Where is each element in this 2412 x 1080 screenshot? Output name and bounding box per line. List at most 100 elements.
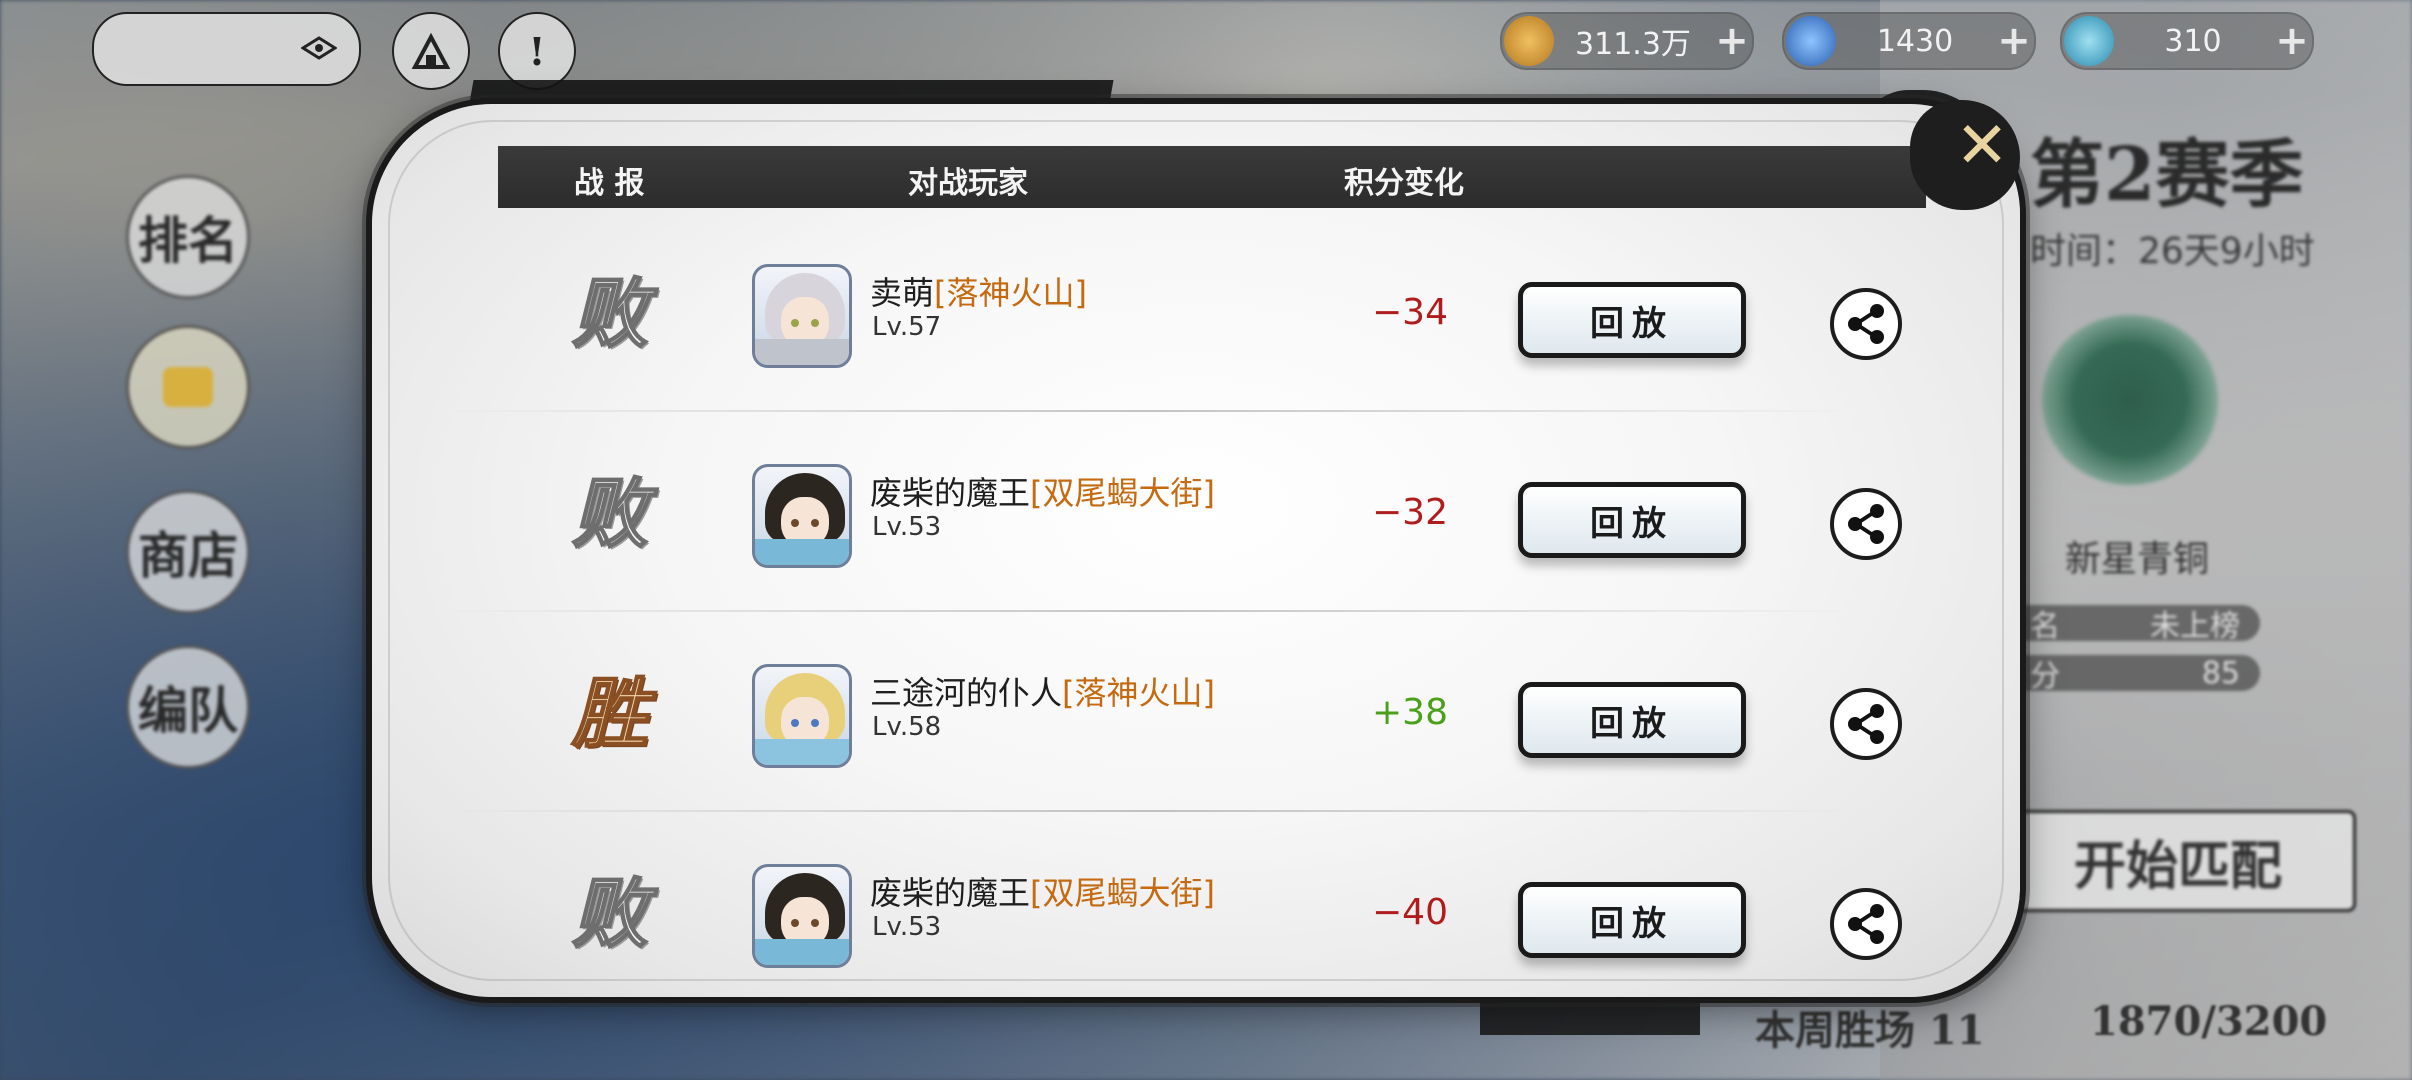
share-button[interactable] bbox=[1830, 888, 1902, 960]
crystal-currency: 1430 + bbox=[1782, 12, 2036, 70]
avatar-eye bbox=[791, 319, 799, 327]
opponent-name: 废柴的魔王[双尾蝎大街] bbox=[870, 468, 1215, 514]
score-change: −34 bbox=[1372, 292, 1448, 333]
avatar-eye bbox=[811, 719, 819, 727]
avatar-body bbox=[755, 739, 849, 765]
header-opponent: 对战玩家 bbox=[908, 166, 1028, 201]
opponent-player-name: 三途河的仆人 bbox=[870, 674, 1063, 712]
hud-search-bar[interactable] bbox=[92, 12, 361, 86]
rank-position-row: 名 未上榜 bbox=[2010, 605, 2260, 644]
replay-button[interactable]: 回放 bbox=[1518, 282, 1746, 358]
rank-score-label: 分 bbox=[2030, 659, 2060, 694]
opponent-name: 三途河的仆人[落神火山] bbox=[870, 668, 1215, 714]
eye-icon bbox=[301, 36, 337, 60]
opponent-guild: [落神火山] bbox=[934, 274, 1087, 312]
share-button[interactable] bbox=[1830, 688, 1902, 760]
score-change: −40 bbox=[1372, 892, 1448, 933]
close-icon: ✕ bbox=[1955, 109, 2009, 183]
opponent-player-name: 卖萌 bbox=[870, 274, 935, 312]
gold-currency: 311.3万 + bbox=[1500, 12, 1754, 70]
rank-position-value: 未上榜 bbox=[2150, 609, 2240, 644]
avatar-body bbox=[755, 939, 849, 965]
result-lose: 败 bbox=[571, 268, 649, 359]
table-header: 战 报 对战玩家 积分变化 bbox=[498, 146, 1926, 208]
side-ranking-button[interactable]: 排名 bbox=[126, 175, 250, 299]
add-crystal-button[interactable]: + bbox=[1994, 18, 2034, 64]
opponent-guild: [双尾蝎大街] bbox=[1030, 474, 1215, 512]
result-lose: 败 bbox=[571, 468, 649, 559]
battle-record-row: 败 废柴的魔王[双尾蝎大街] Lv.53 −32 回放 bbox=[420, 412, 1940, 612]
side-shop-label: 商店 bbox=[138, 526, 238, 585]
crystal-value: 1430 bbox=[1876, 23, 1954, 59]
result-lose: 败 bbox=[571, 868, 649, 959]
rank-position-label: 名 bbox=[2030, 609, 2060, 644]
share-icon bbox=[1848, 904, 1884, 944]
side-team-button[interactable]: 编队 bbox=[126, 645, 250, 769]
battle-record-row: 胜 三途河的仆人[落神火山] Lv.58 +38 回放 bbox=[420, 612, 1940, 812]
opponent-avatar[interactable] bbox=[752, 864, 852, 968]
score-change: +38 bbox=[1372, 692, 1448, 733]
avatar-body bbox=[755, 539, 849, 565]
opponent-avatar[interactable] bbox=[752, 464, 852, 568]
rank-score-value: 85 bbox=[2201, 655, 2240, 691]
season-title: 第2赛季 bbox=[2030, 132, 2304, 218]
close-button[interactable]: ✕ bbox=[1940, 104, 2024, 188]
rank-emblem-icon bbox=[2040, 315, 2220, 485]
rank-name: 新星青铜 bbox=[2065, 539, 2210, 580]
opponent-player-name: 废柴的魔王 bbox=[870, 874, 1031, 912]
opponent-name: 废柴的魔王[双尾蝎大街] bbox=[870, 868, 1215, 914]
ticket-currency: 310 + bbox=[2060, 12, 2314, 70]
share-icon bbox=[1848, 504, 1884, 544]
header-result: 战 报 bbox=[574, 166, 645, 201]
gold-coin-icon bbox=[1504, 16, 1554, 66]
opponent-player-name: 废柴的魔王 bbox=[870, 474, 1031, 512]
ticket-value: 310 bbox=[2164, 23, 2222, 59]
add-ticket-button[interactable]: + bbox=[2272, 18, 2312, 64]
season-time-left: 时间：26天9小时 bbox=[2030, 231, 2315, 272]
weekly-progress: 1870/3200 bbox=[2090, 998, 2328, 1045]
share-icon bbox=[1848, 304, 1884, 344]
avatar-body bbox=[755, 339, 849, 365]
rank-score-row: 分 85 bbox=[2010, 655, 2260, 694]
avatar-eye bbox=[791, 719, 799, 727]
gold-value: 311.3万 bbox=[1575, 27, 1691, 62]
side-event-button[interactable] bbox=[126, 325, 250, 449]
start-match-button[interactable]: 开始匹配 bbox=[2000, 810, 2356, 912]
side-team-label: 编队 bbox=[138, 681, 238, 740]
avatar-eye bbox=[791, 919, 799, 927]
opponent-avatar[interactable] bbox=[752, 264, 852, 368]
battle-record-row: 败 卖萌[落神火山] Lv.57 −34 回放 bbox=[420, 212, 1940, 412]
replay-button[interactable]: 回放 bbox=[1518, 882, 1746, 958]
share-button[interactable] bbox=[1830, 288, 1902, 360]
blue-crystal-icon bbox=[1786, 16, 1836, 66]
opponent-guild: [双尾蝎大街] bbox=[1030, 874, 1215, 912]
home-icon bbox=[411, 32, 451, 69]
home-button[interactable] bbox=[392, 12, 470, 90]
avatar-eye bbox=[811, 919, 819, 927]
avatar-eye bbox=[811, 519, 819, 527]
header-score-change: 积分变化 bbox=[1344, 166, 1464, 201]
side-ranking-label: 排名 bbox=[138, 211, 238, 270]
score-change: −32 bbox=[1372, 492, 1448, 533]
result-win: 胜 bbox=[571, 668, 649, 759]
replay-button[interactable]: 回放 bbox=[1518, 682, 1746, 758]
share-icon bbox=[1848, 704, 1884, 744]
replay-button[interactable]: 回放 bbox=[1518, 482, 1746, 558]
opponent-level: Lv.53 bbox=[872, 512, 942, 542]
battle-record-row: 败 废柴的魔王[双尾蝎大街] Lv.53 −40 回放 bbox=[420, 812, 1940, 1012]
opponent-avatar[interactable] bbox=[752, 664, 852, 768]
avatar-eye bbox=[811, 319, 819, 327]
side-event-icon bbox=[163, 367, 213, 407]
ticket-icon bbox=[2064, 16, 2114, 66]
add-gold-button[interactable]: + bbox=[1712, 18, 1752, 64]
info-button[interactable]: ! bbox=[498, 12, 576, 90]
share-button[interactable] bbox=[1830, 488, 1902, 560]
avatar-eye bbox=[791, 519, 799, 527]
side-shop-button[interactable]: 商店 bbox=[126, 490, 250, 614]
info-icon: ! bbox=[528, 28, 546, 74]
opponent-name: 卖萌[落神火山] bbox=[870, 268, 1087, 314]
opponent-level: Lv.57 bbox=[872, 312, 942, 342]
opponent-guild: [落神火山] bbox=[1062, 674, 1215, 712]
opponent-level: Lv.58 bbox=[872, 712, 942, 742]
opponent-level: Lv.53 bbox=[872, 912, 942, 942]
